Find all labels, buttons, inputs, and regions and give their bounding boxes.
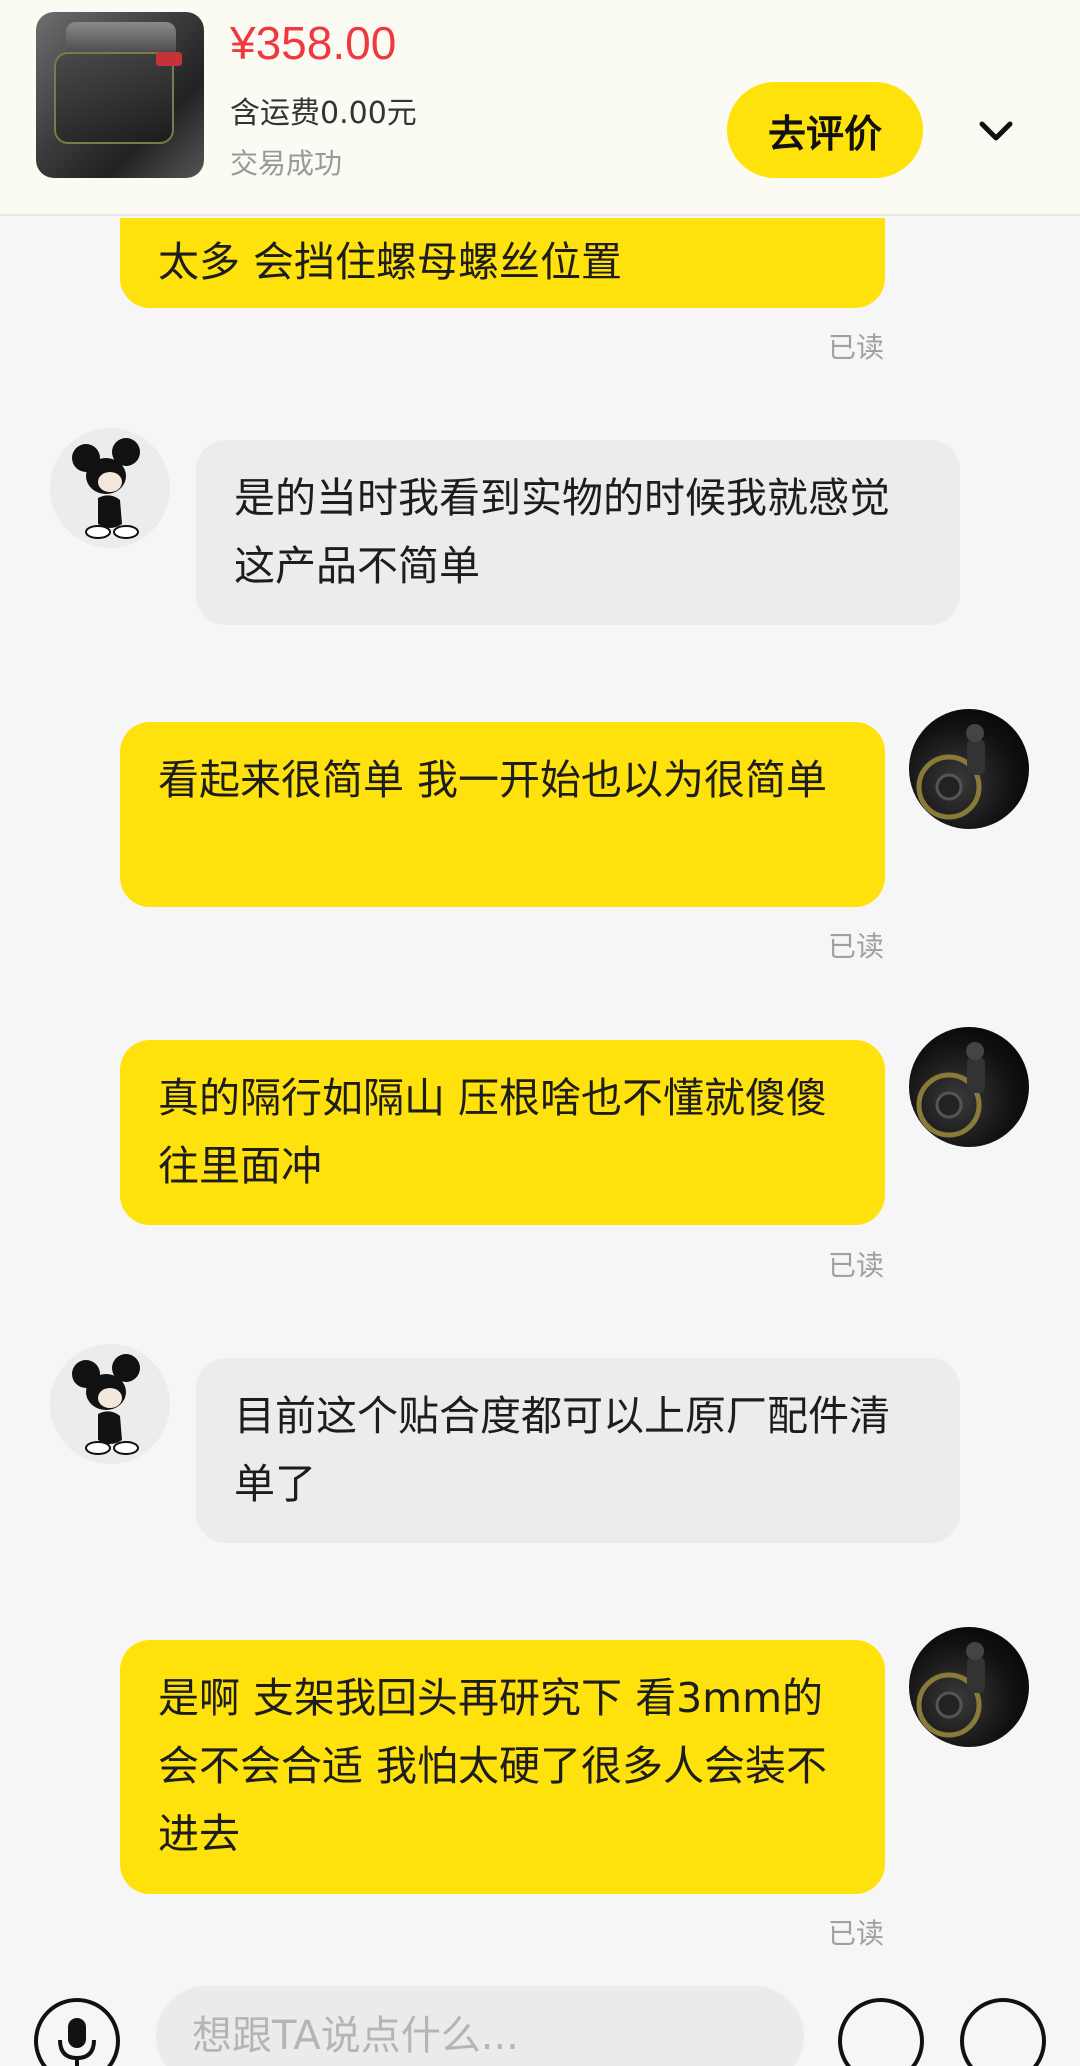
- order-status: 交易成功: [230, 147, 343, 180]
- user-avatar[interactable]: [909, 1627, 1029, 1747]
- message-text: 目前这个贴合度都可以上原厂配件清单了: [234, 1392, 890, 1508]
- message-bubble-sent: 是啊 支架我回头再研究下 看3mm的会不会合适 我怕太硬了很多人会装不进去: [120, 1640, 885, 1894]
- microphone-icon[interactable]: [34, 1998, 120, 2066]
- message-text: 是啊 支架我回头再研究下 看3mm的会不会合适 我怕太硬了很多人会装不进去: [158, 1674, 828, 1858]
- message-bubble-received: 是的当时我看到实物的时候我就感觉这产品不简单: [196, 440, 960, 625]
- message-bubble-sent: 真的隔行如隔山 压根啥也不懂就傻傻往里面冲: [120, 1040, 885, 1225]
- contact-avatar[interactable]: [50, 428, 170, 548]
- user-avatar[interactable]: [909, 1027, 1029, 1147]
- review-button[interactable]: 去评价: [727, 82, 923, 178]
- read-receipt: 已读: [827, 930, 884, 963]
- read-receipt: 已读: [827, 331, 884, 364]
- product-price: ¥358.00: [230, 17, 397, 69]
- add-icon[interactable]: [960, 1998, 1046, 2066]
- message-text: 真的隔行如隔山 压根啥也不懂就傻傻往里面冲: [158, 1074, 828, 1190]
- user-avatar[interactable]: [909, 709, 1029, 829]
- message-bubble-received: 目前这个贴合度都可以上原厂配件清单了: [196, 1358, 960, 1543]
- product-thumbnail[interactable]: [36, 12, 204, 178]
- message-input-bar: [0, 1960, 1080, 2066]
- read-receipt: 已读: [827, 1249, 884, 1282]
- message-text: 看起来很简单 我一开始也以为很简单: [158, 756, 828, 804]
- order-header: ¥358.00 含运费0.00元 交易成功 去评价: [0, 0, 1080, 216]
- message-bubble-sent: 看起来很简单 我一开始也以为很简单: [120, 722, 885, 907]
- shipping-fee: 含运费0.00元: [230, 96, 417, 131]
- contact-avatar[interactable]: [50, 1344, 170, 1464]
- emoji-icon[interactable]: [838, 1998, 924, 2066]
- message-bubble-sent: 太多 会挡住螺母螺丝位置: [120, 218, 885, 308]
- message-text: 太多 会挡住螺母螺丝位置: [158, 238, 623, 286]
- message-text: 是的当时我看到实物的时候我就感觉这产品不简单: [234, 474, 890, 590]
- message-input[interactable]: [156, 1986, 804, 2066]
- chevron-down-icon[interactable]: [968, 108, 1024, 154]
- read-receipt: 已读: [827, 1917, 884, 1950]
